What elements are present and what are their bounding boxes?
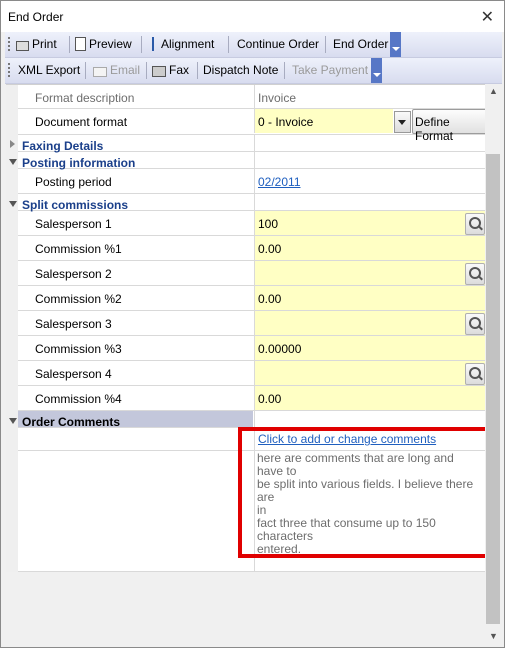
- alignment-icon: [148, 37, 158, 51]
- collapse-icon[interactable]: [9, 418, 17, 424]
- row-salesperson-4: Salesperson 4: [18, 361, 486, 386]
- commission-2-field[interactable]: 0.00: [254, 286, 486, 310]
- end-order-window: End Order ✕ Print Preview Alignment Cont…: [0, 0, 505, 648]
- preview-button[interactable]: Preview: [75, 37, 132, 51]
- row-salesperson-2: Salesperson 2: [18, 261, 486, 286]
- close-icon[interactable]: ✕: [481, 7, 494, 27]
- salesperson-3-field[interactable]: [254, 311, 486, 335]
- row-document-format: Document format 0 - Invoice Define Forma…: [18, 109, 488, 143]
- alignment-button[interactable]: Alignment: [148, 37, 214, 51]
- row-salesperson-3: Salesperson 3: [18, 311, 486, 336]
- toolbar-separator: [85, 62, 86, 79]
- document-format-dropdown[interactable]: [394, 111, 411, 133]
- collapse-icon[interactable]: [9, 159, 17, 165]
- fax-button[interactable]: Fax: [152, 63, 189, 77]
- print-button[interactable]: Print: [16, 37, 57, 51]
- toolbar-secondary: XML Export Email Fax Dispatch Note Take …: [5, 58, 502, 84]
- row-commission-2: Commission %2 0.00: [18, 286, 486, 311]
- row-commission-1: Commission %1 0.00: [18, 236, 486, 261]
- email-icon: [93, 66, 107, 77]
- toolbar-separator: [146, 62, 147, 79]
- salesperson-2-field[interactable]: [254, 261, 486, 285]
- search-icon[interactable]: [465, 363, 485, 385]
- commission-3-field[interactable]: 0.00000: [254, 336, 486, 360]
- search-icon[interactable]: [465, 313, 485, 335]
- row-commission-3: Commission %3 0.00000: [18, 336, 486, 361]
- commission-4-field[interactable]: 0.00: [254, 386, 486, 410]
- search-icon[interactable]: [465, 213, 485, 235]
- toolbar-separator: [197, 62, 198, 79]
- email-button[interactable]: Email: [93, 63, 140, 77]
- posting-period-value: 02/2011: [254, 169, 486, 193]
- toolbar-separator: [228, 36, 229, 53]
- preview-icon: [75, 37, 86, 51]
- row-commission-4: Commission %4 0.00: [18, 386, 486, 411]
- expand-icon[interactable]: [10, 140, 15, 148]
- toolbar-grip[interactable]: [8, 37, 10, 52]
- fax-icon: [152, 65, 166, 77]
- xml-export-button[interactable]: XML Export: [18, 63, 80, 77]
- scroll-thumb[interactable]: [486, 154, 500, 624]
- collapse-icon[interactable]: [9, 201, 17, 207]
- scroll-down-icon[interactable]: ▼: [489, 631, 498, 641]
- scroll-up-icon[interactable]: ▲: [489, 86, 498, 96]
- row-posting-period: Posting period 02/2011: [18, 169, 485, 194]
- window-title: End Order: [8, 10, 64, 24]
- title-bar: End Order ✕: [1, 1, 504, 32]
- toolbar-separator: [69, 36, 70, 53]
- commission-1-field[interactable]: 0.00: [254, 236, 486, 260]
- vertical-scrollbar[interactable]: ▲ ▼: [485, 84, 501, 644]
- toolbar-overflow-button[interactable]: [390, 32, 401, 57]
- dispatch-note-button[interactable]: Dispatch Note: [203, 63, 278, 77]
- format-description-value: Invoice: [254, 85, 486, 109]
- toolbar-primary: Print Preview Alignment Continue Order E…: [5, 32, 502, 58]
- category-order-comments[interactable]: Order Comments: [9, 411, 485, 429]
- toolbar-grip[interactable]: [8, 63, 10, 78]
- document-format-value: 0 - Invoice Define Format: [254, 109, 488, 143]
- toolbar-separator: [325, 36, 326, 53]
- take-payment-button[interactable]: Take Payment: [292, 63, 368, 77]
- salesperson-1-field[interactable]: 100: [254, 211, 486, 235]
- continue-order-button[interactable]: Continue Order: [237, 37, 319, 51]
- toolbar-separator: [284, 62, 285, 79]
- row-salesperson-1: Salesperson 1 100: [18, 211, 486, 236]
- toolbar-overflow-button[interactable]: [371, 58, 382, 83]
- define-format-button[interactable]: Define Format: [412, 109, 488, 143]
- search-icon[interactable]: [465, 263, 485, 285]
- salesperson-4-field[interactable]: [254, 361, 486, 385]
- toolbar-separator: [141, 36, 142, 53]
- end-order-button[interactable]: End Order: [333, 37, 388, 51]
- printer-icon: [16, 40, 29, 51]
- category-split-commissions[interactable]: Split commissions: [9, 194, 485, 212]
- category-posting-information[interactable]: Posting information: [9, 152, 485, 170]
- posting-period-link[interactable]: 02/2011: [258, 175, 301, 189]
- highlight-box: [238, 427, 489, 558]
- category-faxing-details[interactable]: Faxing Details: [10, 135, 485, 153]
- row-format-description: Format description Invoice: [18, 85, 485, 109]
